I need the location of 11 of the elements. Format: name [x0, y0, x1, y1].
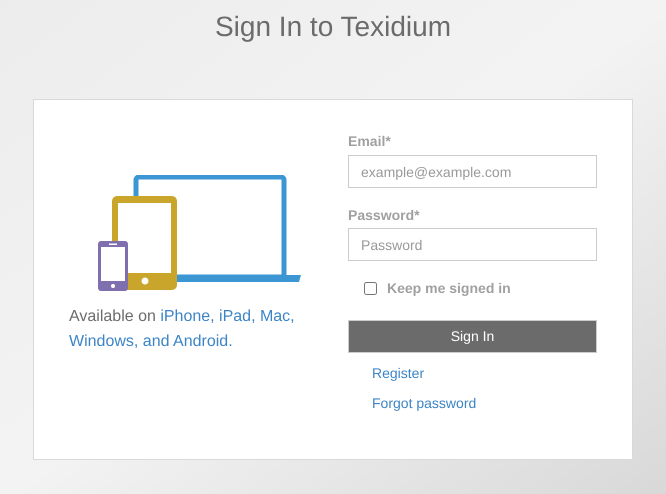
password-label: Password*	[348, 206, 421, 224]
email-label: Email*	[348, 132, 392, 150]
link[interactable]: Forgot password	[372, 393, 476, 413]
keep-signed-in-label: Keep me signed in	[387, 279, 511, 298]
email-field[interactable]: example@example.com	[348, 155, 597, 188]
password-field[interactable]: Password	[348, 228, 597, 261]
keep-signed-in-checkbox[interactable]	[364, 282, 377, 295]
sign-in-button[interactable]: Sign In	[348, 320, 597, 353]
link[interactable]: Register	[372, 363, 424, 383]
availability-text: Available on iPhone, iPad, Mac, Windows, and Android.	[69, 307, 296, 352]
page-title: Sign In to Texidium	[214, 10, 452, 44]
